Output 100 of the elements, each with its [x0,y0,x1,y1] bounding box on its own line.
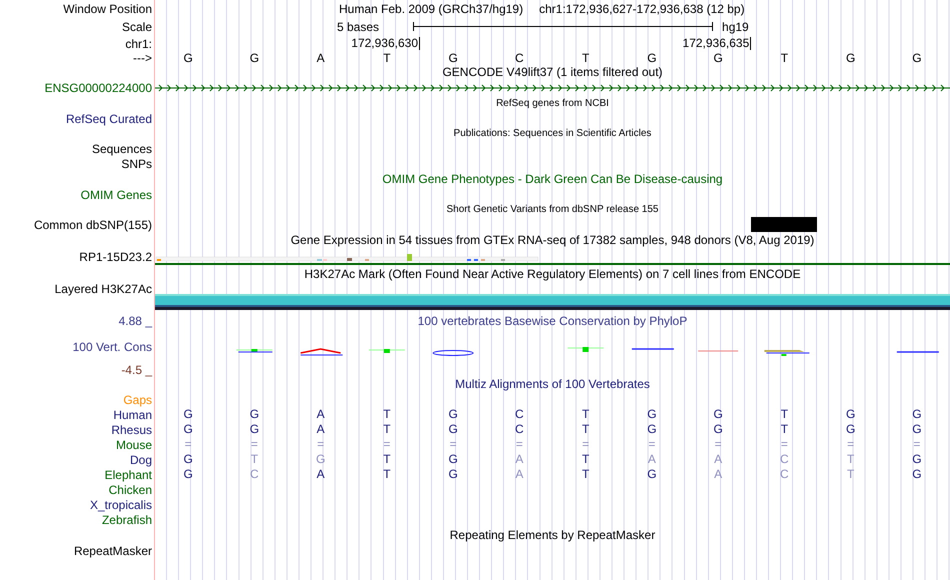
alignment-base: T [383,423,391,436]
track-label[interactable]: -4.5 _ [121,363,152,377]
track-label[interactable]: Rhesus [111,422,152,436]
track-label[interactable]: Chicken [108,482,152,496]
base-letter: A [316,52,325,65]
coordinate-tick: 172,936,635 [682,37,752,50]
alignment-base: G [912,423,922,436]
track-label[interactable]: 4.88 _ [118,314,152,328]
track-label[interactable]: Layered H3K27Ac [54,282,152,296]
alignment-base: T [582,468,590,481]
alignment-base: G [250,408,260,421]
track-label[interactable]: Sequences [92,142,152,156]
alignment-base: A [714,453,722,466]
track-label[interactable]: X_tropicalis [90,498,152,512]
variant-bar [751,217,817,232]
track-title: Gene Expression in 54 tissues from GTEx RNA-seq of 17382 samples, 948 donors (V8, Aug 2019) [290,233,814,247]
track-label[interactable]: Dog [130,452,152,466]
base-letter: G [647,52,657,65]
alignment-base: G [448,408,458,421]
track-label[interactable]: Common dbSNP(155) [34,218,152,232]
track-title: H3K27Ac Mark (Often Found Near Active Regulatory Elements) on 7 cell lines from ENCODE [304,267,801,281]
base-letter: G [250,52,260,65]
assembly-title: Human Feb. 2009 (GRCh37/hg19) [339,2,524,16]
track-label[interactable]: chr1: [125,36,152,50]
alignment-base: G [912,408,922,421]
alignment-base: = [714,438,722,451]
alignment-base: C [250,468,259,481]
alignment-base: T [383,408,391,421]
base-letter: G [912,52,922,65]
scale-text: 5 bases [337,20,380,34]
alignment-base: C [780,453,789,466]
track-label[interactable]: OMIM Genes [80,188,152,202]
alignment-base: A [648,453,656,466]
alignment-base: C [780,468,789,481]
assembly-name: hg19 [722,20,749,34]
track-label[interactable]: SNPs [121,156,152,170]
alignment-base: G [713,423,723,436]
alignment-base: T [383,468,391,481]
alignment-base: G [713,408,723,421]
alignment-base: = [184,438,192,451]
alignment-base: G [316,453,326,466]
alignment-base: T [250,453,258,466]
track-label[interactable]: Zebrafish [102,512,152,526]
alignment-base: = [516,438,523,451]
position-text: chr1:172,936,627-172,936,638 (12 bp) [539,2,745,16]
base-letter: G [183,52,193,65]
alignment-base: = [383,438,390,451]
alignment-base: A [515,468,524,481]
alignment-base: = [317,438,324,451]
alignment-base: A [316,408,325,421]
alignment-base: A [316,468,325,481]
track-title: Short Genetic Variants from dbSNP release 155 [446,202,658,216]
alignment-base: G [846,423,856,436]
alignment-base: T [582,408,590,421]
track-title: 100 vertebrates Basewise Conservation by PhyloP [418,314,688,328]
alignment-base: G [448,423,458,436]
alignment-base: G [448,453,458,466]
alignment-base: G [647,468,657,481]
alignment-base: T [780,408,788,421]
alignment-base: G [912,453,922,466]
alignment-base: T [780,423,788,436]
alignment-base: G [183,453,193,466]
track-label[interactable]: Window Position [63,2,152,16]
alignment-base: T [846,468,854,481]
base-letter: G [846,52,856,65]
alignment-base: C [515,408,524,421]
track-title: RefSeq genes from NCBI [496,96,609,110]
alignment-base: T [846,453,854,466]
alignment-base: = [648,438,656,451]
alignment-base: = [847,438,854,451]
track-label[interactable]: Elephant [104,468,152,482]
track-label[interactable]: Mouse [116,438,152,452]
track-label[interactable]: RepeatMasker [74,544,152,558]
alignment-base: G [647,423,657,436]
base-letter: T [780,52,788,65]
track-label[interactable]: ENSG00000224000 [44,81,152,95]
track-title: OMIM Gene Phenotypes - Dark Green Can Be Disease-causing [382,172,723,186]
alignment-base: A [515,453,524,466]
alignment-base: G [846,408,856,421]
track-label[interactable]: Scale [122,20,152,34]
track-label[interactable]: Human [113,408,152,422]
base-letter: G [713,52,723,65]
alignment-base: C [515,423,524,436]
alignment-base: G [183,468,193,481]
coordinate-tick: 172,936,630 [351,37,420,50]
track-label[interactable]: RP1-15D23.2 [79,250,152,264]
track-title: Publications: Sequences in Scientific Articles [454,126,652,140]
track-label[interactable]: 100 Vert. Cons [72,340,152,354]
alignment-base: T [582,423,590,436]
track-title: GENCODE V49lift37 (1 items filtered out) [442,65,663,79]
alignment-base: = [582,438,590,451]
alignment-base: A [316,423,325,436]
track-label[interactable]: RefSeq Curated [66,112,152,126]
alignment-base: = [450,438,457,451]
base-letter: G [448,52,458,65]
base-letter: C [515,52,524,65]
track-label[interactable]: ---> [133,51,152,65]
track-title: Multiz Alignments of 100 Vertebrates [455,377,650,391]
base-letter: T [582,52,590,65]
track-title: Repeating Elements by RepeatMasker [450,528,656,542]
